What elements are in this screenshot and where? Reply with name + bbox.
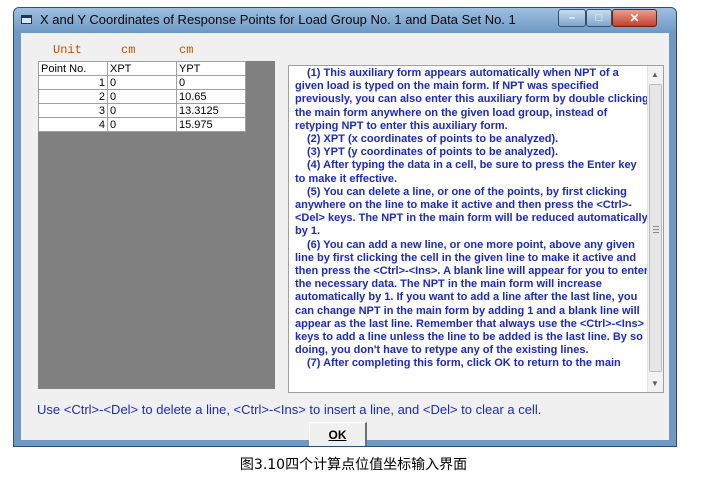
keyboard-hint: Use <Ctrl>-<Del> to delete a line, <Ctrl…	[37, 402, 542, 417]
point-no-cell[interactable]: 3	[38, 103, 108, 118]
ok-button[interactable]: OK	[309, 422, 367, 446]
xpt-cell[interactable]: 0	[107, 103, 177, 118]
column-header-xpt: XPT	[107, 61, 177, 76]
help-text: (1) This auxiliary form appears automati…	[295, 67, 649, 371]
column-header-ypt: YPT	[176, 61, 246, 76]
help-paragraph: (3) YPT (y coordinates of points to be a…	[307, 146, 558, 159]
figure-caption: 图3.10四个计算点位值坐标输入界面	[239, 457, 468, 473]
xpt-cell[interactable]: 0	[107, 75, 177, 90]
dialog-window: X and Y Coordinates of Response Points f…	[13, 7, 677, 447]
grid-header-row: Point No. XPT YPT	[38, 61, 246, 76]
close-button[interactable]: ✕	[612, 9, 657, 27]
scroll-thumb[interactable]	[649, 84, 662, 372]
help-scrollbar[interactable]: ▲ ▼	[647, 66, 663, 392]
minimize-button[interactable]: –	[558, 9, 586, 27]
help-paragraph: (6) You can add a new line, or one more …	[295, 238, 649, 357]
ypt-cell[interactable]: 10.65	[176, 89, 246, 104]
title-bar[interactable]: X and Y Coordinates of Response Points f…	[14, 8, 676, 32]
table-row[interactable]: 3 0 13.3125	[38, 103, 246, 118]
xpt-cell[interactable]: 0	[107, 89, 177, 104]
help-paragraph: (7) After completing this form, click OK…	[307, 357, 621, 370]
ypt-cell[interactable]: 15.975	[176, 117, 246, 132]
table-row[interactable]: 4 0 15.975	[38, 117, 246, 132]
dialog-client-area: Unit cm cm Point No. XPT YPT 1 0 0 2 0 1…	[21, 33, 669, 446]
coordinate-table: Point No. XPT YPT 1 0 0 2 0 10.65 3 0 13…	[38, 61, 246, 132]
table-row[interactable]: 1 0 0	[38, 75, 246, 90]
ypt-cell[interactable]: 0	[176, 75, 246, 90]
coordinate-grid: Point No. XPT YPT 1 0 0 2 0 10.65 3 0 13…	[38, 61, 275, 389]
help-paragraph: (5) You can delete a line, or one of the…	[295, 185, 648, 238]
grip-icon	[653, 226, 659, 233]
scroll-up-icon[interactable]: ▲	[651, 70, 659, 79]
help-paragraph: (4) After typing the data in a cell, be …	[295, 159, 637, 185]
column-header-point-no: Point No.	[38, 61, 108, 76]
unit-label: Unit	[53, 43, 82, 57]
window-icon	[21, 15, 32, 24]
xpt-unit: cm	[121, 43, 136, 57]
window-title: X and Y Coordinates of Response Points f…	[40, 12, 516, 27]
maximize-button[interactable]: □	[586, 9, 612, 27]
ypt-unit: cm	[179, 43, 194, 57]
table-row[interactable]: 2 0 10.65	[38, 89, 246, 104]
point-no-cell[interactable]: 2	[38, 89, 108, 104]
help-paragraph: (1) This auxiliary form appears automati…	[295, 67, 649, 132]
ypt-cell[interactable]: 13.3125	[176, 103, 246, 118]
xpt-cell[interactable]: 0	[107, 117, 177, 132]
help-textbox[interactable]: (1) This auxiliary form appears automati…	[288, 65, 664, 393]
point-no-cell[interactable]: 4	[38, 117, 108, 132]
scroll-down-icon[interactable]: ▼	[651, 379, 659, 388]
help-paragraph: (2) XPT (x coordinates of points to be a…	[307, 133, 559, 146]
point-no-cell[interactable]: 1	[38, 75, 108, 90]
